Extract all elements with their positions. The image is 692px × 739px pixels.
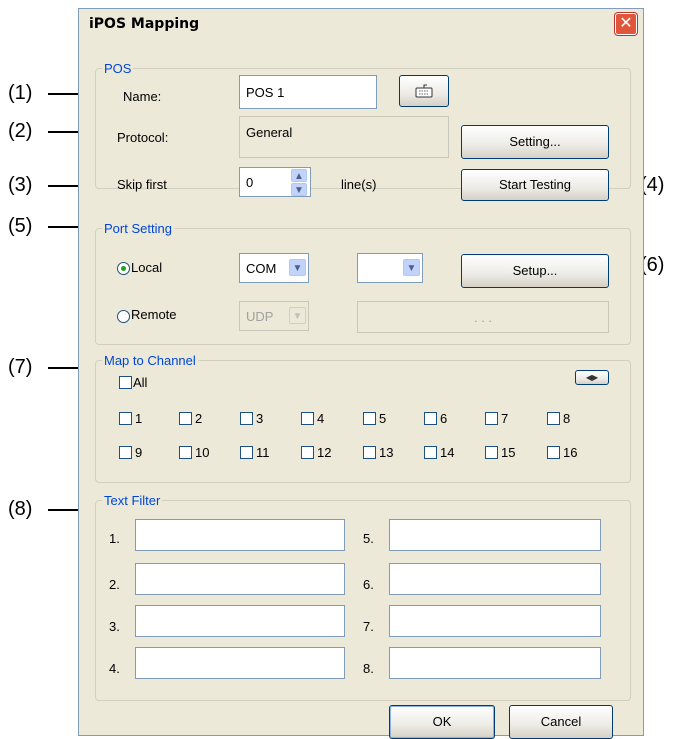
local-label: Local [131, 260, 163, 275]
name-label: Name: [123, 89, 162, 104]
skip-first-label: Skip first [117, 177, 167, 192]
callout-2: (2) [8, 120, 33, 142]
ipos-mapping-dialog: iPOS Mapping ✕ POS Name: POS 1 Protocol:… [78, 8, 644, 739]
filter-number-6: 6. [363, 577, 374, 592]
filter-input-2[interactable] [135, 563, 345, 595]
filter-input-1[interactable] [135, 519, 345, 551]
filter-input-6[interactable] [389, 563, 601, 595]
filter-input-4[interactable] [135, 647, 345, 679]
port-setting-legend: Port Setting [104, 221, 172, 236]
channel-label-6: 6 [440, 411, 448, 426]
remote-radio[interactable] [117, 310, 130, 323]
filter-number-2: 2. [109, 577, 120, 592]
channel-checkbox-1[interactable] [119, 412, 132, 425]
skip-up-arrow-icon[interactable]: ▲ [291, 169, 307, 182]
name-input[interactable]: POS 1 [239, 75, 377, 109]
skip-down-arrow-icon[interactable]: ▼ [291, 183, 307, 196]
local-radio[interactable] [117, 262, 130, 275]
filter-input-3[interactable] [135, 605, 345, 637]
title-bar: iPOS Mapping ✕ [79, 9, 643, 39]
channel-checkbox-15[interactable] [485, 446, 498, 459]
channel-label-16: 16 [563, 445, 578, 460]
remote-ip-field[interactable]: . . . [357, 301, 609, 333]
channel-all-checkbox[interactable] [119, 376, 132, 389]
channel-checkbox-6[interactable] [424, 412, 437, 425]
keyboard-icon [415, 84, 433, 98]
channel-label-5: 5 [379, 411, 387, 426]
filter-number-5: 5. [363, 531, 374, 546]
channel-label-7: 7 [501, 411, 509, 426]
keyboard-button[interactable] [399, 75, 449, 107]
channel-checkbox-4[interactable] [301, 412, 314, 425]
channel-checkbox-8[interactable] [547, 412, 560, 425]
channel-checkbox-5[interactable] [363, 412, 376, 425]
protocol-value: General [239, 116, 449, 158]
channel-label-4: 4 [317, 411, 325, 426]
callout-5: (5) [8, 215, 33, 237]
dialog-title: iPOS Mapping [89, 16, 200, 32]
channel-label-2: 2 [195, 411, 203, 426]
channel-label-15: 15 [501, 445, 516, 460]
channel-checkbox-7[interactable] [485, 412, 498, 425]
channel-checkbox-3[interactable] [240, 412, 253, 425]
channel-label-3: 3 [256, 411, 264, 426]
channel-label-13: 13 [379, 445, 394, 460]
callout-1: (1) [8, 82, 33, 104]
callout-8: (8) [8, 498, 33, 520]
channel-checkbox-9[interactable] [119, 446, 132, 459]
channel-label-8: 8 [563, 411, 571, 426]
channel-label-9: 9 [135, 445, 143, 460]
remote-type-dropdown-icon[interactable]: ▼ [289, 307, 306, 324]
setting-button[interactable]: Setting... [461, 125, 609, 159]
start-testing-button[interactable]: Start Testing [461, 169, 609, 201]
setup-button[interactable]: Setup... [461, 254, 609, 288]
local-port-dropdown-icon[interactable]: ▼ [403, 259, 420, 276]
channel-checkbox-13[interactable] [363, 446, 376, 459]
filter-number-8: 8. [363, 661, 374, 676]
filter-number-3: 3. [109, 619, 120, 634]
skip-unit-label: line(s) [341, 177, 377, 192]
channel-label-1: 1 [135, 411, 143, 426]
map-to-channel-legend: Map to Channel [104, 353, 196, 368]
channel-checkbox-11[interactable] [240, 446, 253, 459]
filter-number-1: 1. [109, 531, 120, 546]
channel-label-12: 12 [317, 445, 332, 460]
channel-all-label: All [133, 375, 148, 390]
ok-button[interactable]: OK [389, 705, 495, 739]
close-button[interactable]: ✕ [615, 13, 637, 35]
channel-checkbox-12[interactable] [301, 446, 314, 459]
callout-3: (3) [8, 174, 33, 196]
remote-label: Remote [131, 307, 177, 322]
channel-checkbox-10[interactable] [179, 446, 192, 459]
channel-label-14: 14 [440, 445, 455, 460]
filter-number-7: 7. [363, 619, 374, 634]
channel-checkbox-2[interactable] [179, 412, 192, 425]
channel-label-11: 11 [256, 445, 270, 460]
cancel-button[interactable]: Cancel [509, 705, 613, 739]
filter-input-7[interactable] [389, 605, 601, 637]
filter-input-8[interactable] [389, 647, 601, 679]
channel-label-10: 10 [195, 445, 210, 460]
filter-number-4: 4. [109, 661, 120, 676]
filter-input-5[interactable] [389, 519, 601, 551]
callout-7: (7) [8, 356, 33, 378]
channel-page-arrows[interactable]: ◀▶ [575, 370, 609, 385]
local-type-dropdown-icon[interactable]: ▼ [289, 259, 306, 276]
channel-checkbox-14[interactable] [424, 446, 437, 459]
pos-legend: POS [104, 61, 132, 76]
channel-checkbox-16[interactable] [547, 446, 560, 459]
text-filter-legend: Text Filter [104, 493, 161, 508]
protocol-label: Protocol: [117, 130, 169, 145]
